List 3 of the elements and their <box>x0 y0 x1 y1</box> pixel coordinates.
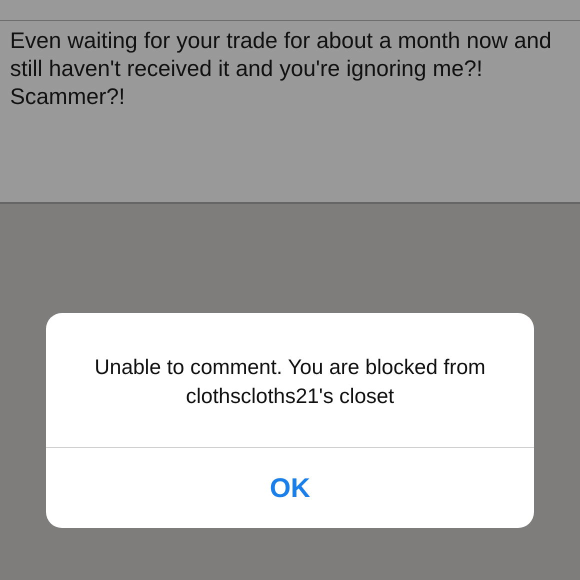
ok-button[interactable]: OK <box>46 448 534 528</box>
comment-text: Even waiting for your trade for about a month now and still haven't received it and you're ignoring me?! Scammer?! <box>10 27 553 111</box>
alert-message: Unable to comment. You are blocked from clothscloths21's closet <box>93 355 487 410</box>
